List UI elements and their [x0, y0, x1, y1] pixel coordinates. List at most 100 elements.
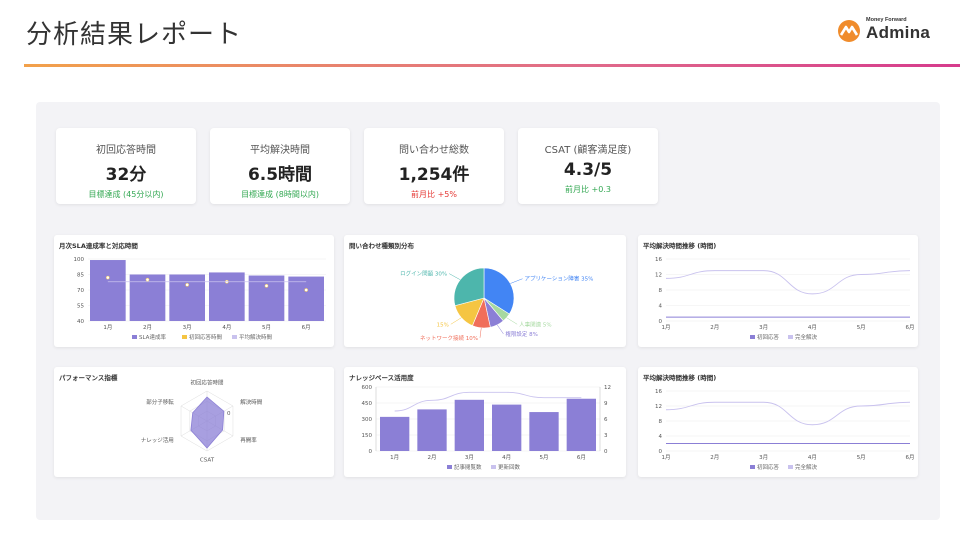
- legend-swatch: [750, 335, 755, 339]
- bar: [90, 260, 126, 321]
- legend-swatch: [447, 465, 452, 469]
- point: [105, 275, 110, 280]
- y-tick-label: 0: [369, 449, 373, 455]
- legend-label: 平均解決時間: [239, 333, 273, 341]
- kb-chart-panel: ナレッジベース活用度 0 150 300 450 600 0 3 6 9 12 1月 2月 3月 4月 5月…: [344, 367, 626, 477]
- x-tick-label: 1月: [662, 324, 671, 331]
- y-tick-label: 8: [659, 288, 663, 294]
- sla-chart-panel: 月次SLA達成率と対応時間 40 55 70 85 100 1月 2月 3月 4月 5月 6月 SLA…: [54, 235, 334, 347]
- x-tick-label: 2月: [428, 454, 437, 461]
- legend-label: 完全解決: [795, 333, 818, 341]
- x-tick-label: 2月: [143, 324, 152, 331]
- logo-mark-icon: [838, 20, 860, 42]
- bar: [209, 272, 245, 321]
- y2-tick-label: 9: [604, 401, 608, 407]
- legend-label: 初回応答: [757, 463, 780, 471]
- y2-tick-label: 0: [604, 449, 608, 455]
- trend-chart-2: 04812161月 2月 3月 4月 5月 6月初回応答 完全解決: [655, 389, 915, 471]
- kpi-sub: 目標達成 (45分以内): [88, 190, 164, 199]
- x-tick-label: 6月: [577, 454, 586, 461]
- x-tick-label: 3月: [759, 324, 768, 331]
- x-tick-label: 5月: [857, 324, 866, 331]
- pie-chart-panel: 問い合わせ種類別分布 アプリケーション障害 35% 人事関連 5% 権限設定 8% ネ…: [344, 235, 626, 347]
- dashboard-canvas: 初回応答時間 32分 目標達成 (45分以内) 平均解決時間 6.5時間 目標達…: [36, 102, 940, 520]
- legend-label: 更新回数: [498, 463, 521, 471]
- legend-swatch: [491, 465, 496, 469]
- kpi-label: 初回応答時間: [96, 145, 156, 156]
- y-tick-label: 8: [659, 419, 663, 425]
- bar: [248, 275, 285, 321]
- x-tick-label: 2月: [710, 454, 719, 461]
- legend-swatch: [182, 335, 187, 339]
- point: [185, 282, 190, 287]
- slice-leader: [479, 327, 482, 338]
- kpi-card-first-response: 初回応答時間 32分 目標達成 (45分以内): [56, 128, 196, 204]
- kpi-value: 6.5時間: [247, 165, 313, 185]
- pie-chart: アプリケーション障害 35% 人事関連 5% 権限設定 8% ネットワーク接続 10%…: [400, 267, 594, 342]
- x-tick-label: 5月: [857, 454, 866, 461]
- x-tick-label: 6月: [302, 324, 311, 331]
- kpi-sub: 目標達成 (8時間以内): [241, 190, 319, 199]
- x-tick-label: 6月: [906, 324, 915, 331]
- radar-scale-label: 0: [227, 411, 231, 417]
- kpi-value: 32分: [105, 165, 147, 185]
- kpi-card-csat: CSAT (顧客満足度) 4.3/5 前月比 +0.3: [518, 128, 658, 204]
- kpi-card-resolution: 平均解決時間 6.5時間 目標達成 (8時間以内): [210, 128, 350, 204]
- trend-chart-panel: 平均解決時間推移 (時間) 0 4 8 12 16 1月 2月 3月 4月 5月 6月 初回応答 完全解…: [638, 235, 918, 347]
- y-tick-label: 450: [362, 401, 373, 407]
- bar: [288, 276, 324, 321]
- y-tick-label: 70: [77, 288, 84, 294]
- y-tick-label: 16: [655, 257, 662, 263]
- bar: [417, 409, 447, 451]
- slice-label: 権限設定 8%: [505, 330, 537, 338]
- x-tick-label: 4月: [808, 454, 817, 461]
- legend-swatch: [750, 465, 755, 469]
- x-tick-label: 6月: [906, 454, 915, 461]
- legend-swatch: [788, 465, 793, 469]
- radar-axis-label: 部分子移転: [146, 398, 174, 406]
- kpi-label: 問い合わせ総数: [399, 145, 469, 156]
- y2-tick-label: 12: [604, 385, 611, 391]
- legend-label: SLA達成率: [139, 333, 166, 341]
- series-line: [665, 270, 911, 295]
- admina-logo: Money Forward Admina: [836, 16, 940, 46]
- radar-axis-label: 再開率: [240, 436, 257, 444]
- radar-chart-panel: パフォーマンス指標 初回応答時間 解決時間 再開率 CSAT ナレッジ活用 部分子移転 0: [54, 367, 334, 477]
- trend-chart-panel-2: 平均解決時間推移 (時間) 0 4 8 12 16 1月 2月 3月 4月 5月 6月 初回応答 完全解…: [638, 367, 918, 477]
- x-tick-label: 1月: [390, 454, 399, 461]
- sla-chart: 40 55 70 85 100 1月 2月 3月 4月 5月 6月 SLA達成率 初回応答時間 平均解決時…: [74, 257, 326, 341]
- slice-label: ログイン問題 30%: [400, 270, 447, 278]
- y2-tick-label: 6: [604, 417, 608, 423]
- radar-chart: 初回応答時間解決時間再開率 CSAT ナレッジ活用部分子移転 0: [141, 379, 263, 464]
- y2-tick-label: 3: [604, 433, 608, 439]
- y-tick-label: 40: [77, 319, 84, 325]
- series-line: [394, 391, 582, 412]
- slice-label: ネットワーク接続 10%: [420, 334, 478, 342]
- radar-axis-label: 解決時間: [240, 398, 263, 406]
- slice-leader: [506, 317, 518, 325]
- slice-label: アプリケーション障害 35%: [525, 275, 594, 283]
- y-tick-label: 4: [659, 304, 663, 310]
- kpi-value: 1,254件: [398, 165, 470, 185]
- x-tick-label: 2月: [710, 324, 719, 331]
- kpi-label: CSAT (顧客満足度): [544, 145, 632, 156]
- slice-leader: [510, 278, 523, 284]
- kpi-label: 平均解決時間: [250, 145, 310, 156]
- slice-leader: [449, 273, 461, 280]
- y-tick-label: 150: [362, 433, 373, 439]
- legend-label: 初回応答時間: [189, 333, 223, 341]
- legend-label: 記事閲覧数: [454, 463, 482, 471]
- y-tick-label: 55: [77, 304, 84, 310]
- x-tick-label: 5月: [540, 454, 549, 461]
- y-tick-label: 300: [362, 417, 373, 423]
- x-tick-label: 4月: [222, 324, 231, 331]
- y-tick-label: 4: [659, 434, 663, 440]
- bar: [529, 412, 559, 451]
- x-tick-label: 4月: [808, 324, 817, 331]
- y-tick-label: 100: [74, 257, 85, 263]
- radar-axis-label: 初回応答時間: [190, 379, 224, 387]
- y-tick-label: 12: [655, 404, 662, 410]
- legend-swatch: [232, 335, 237, 339]
- bar: [380, 416, 410, 451]
- x-tick-label: 1月: [103, 324, 112, 331]
